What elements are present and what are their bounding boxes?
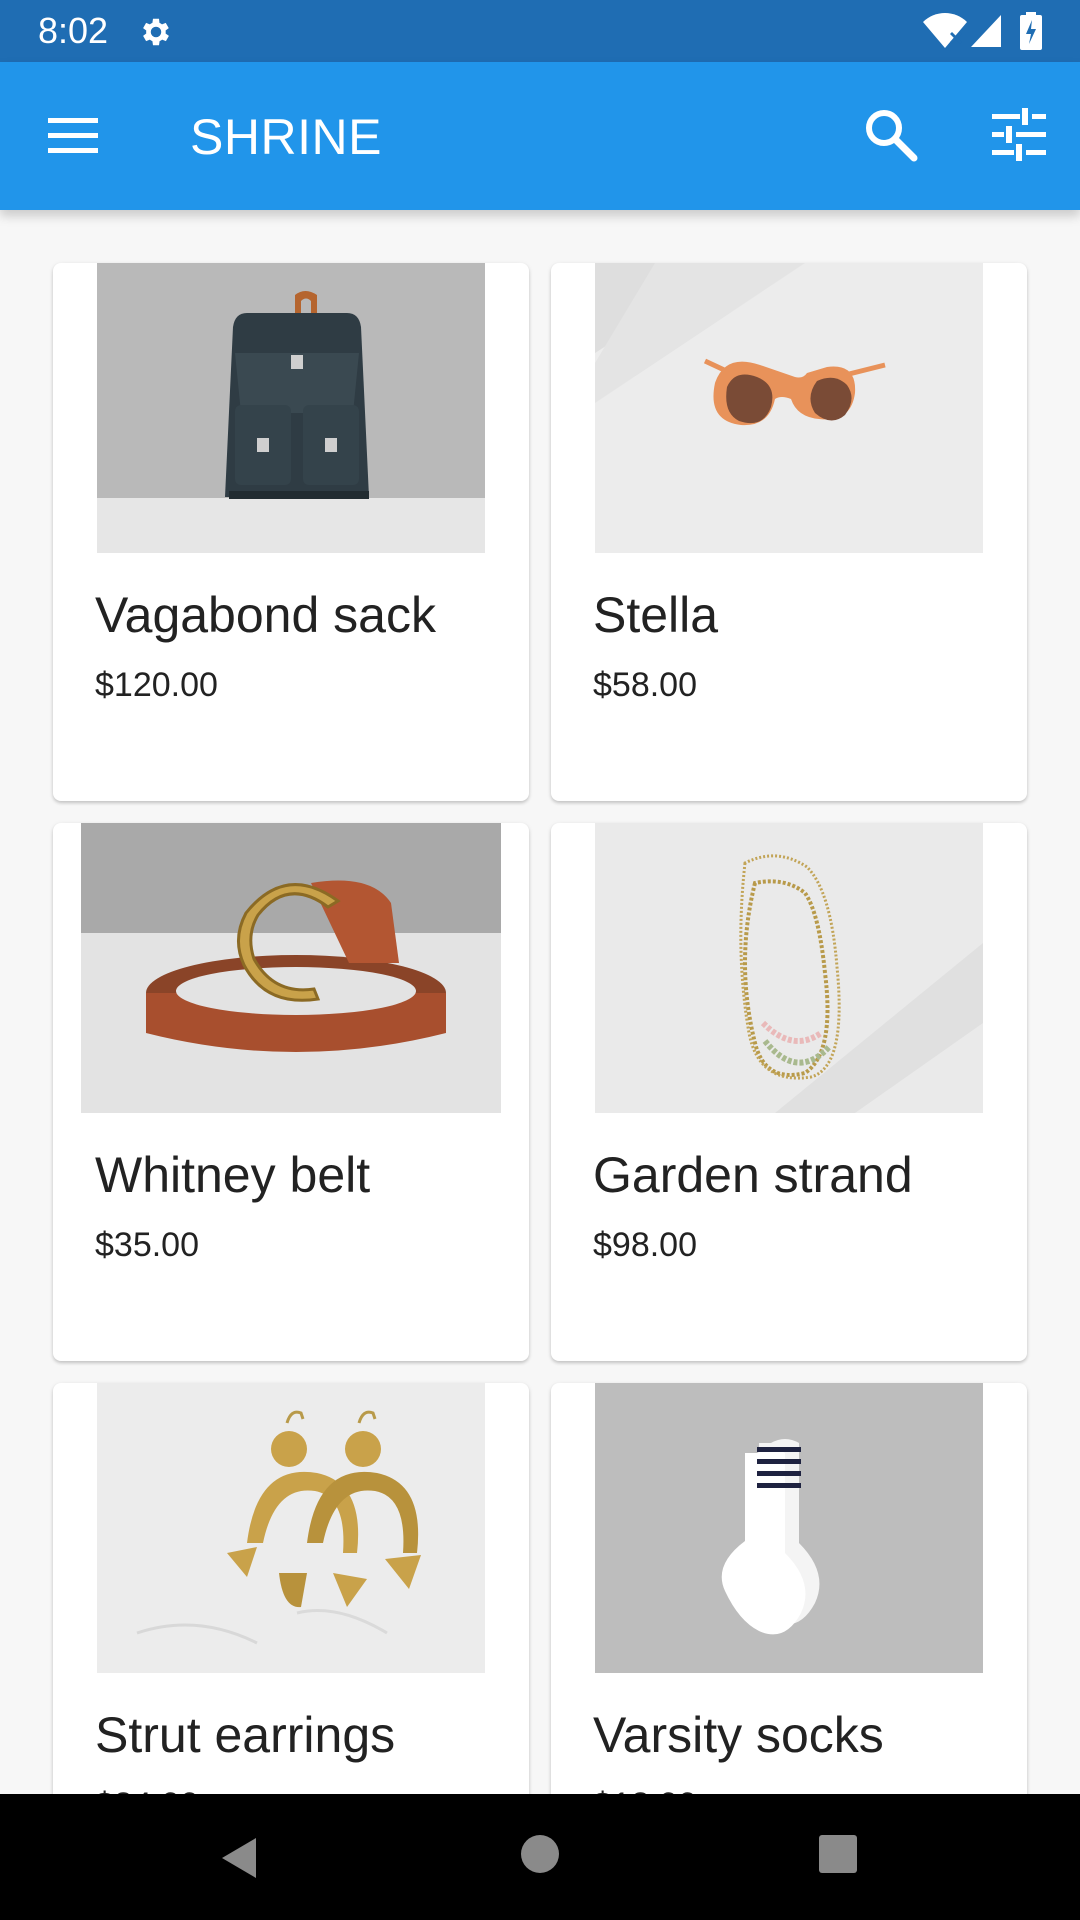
menu-icon[interactable] — [40, 110, 106, 162]
status-time: 8:02 — [38, 10, 109, 51]
product-card[interactable]: Vagabond sack $120.00 — [53, 263, 529, 801]
product-name: Stella — [593, 587, 719, 643]
wifi-icon — [923, 13, 967, 48]
product-name: Garden strand — [593, 1147, 913, 1203]
recents-icon[interactable] — [818, 1834, 858, 1874]
app-title: SHRINE — [190, 109, 382, 165]
product-price: $98.00 — [593, 1226, 697, 1264]
app-bar: SHRINE — [0, 62, 1080, 210]
product-grid: Vagabond sack $120.00 Stella $58.00 Whit… — [0, 210, 1080, 1794]
product-name: Whitney belt — [95, 1147, 371, 1203]
product-name: Strut earrings — [95, 1707, 396, 1763]
product-name: Vagabond sack — [95, 587, 436, 643]
product-price: $12.00 — [593, 1785, 697, 1794]
product-image — [595, 823, 983, 1113]
product-price: $35.00 — [95, 1226, 199, 1264]
home-icon[interactable] — [520, 1834, 560, 1874]
status-bar: 8:02 — [0, 0, 1080, 62]
product-image — [97, 1383, 485, 1673]
product-card[interactable]: Whitney belt $35.00 — [53, 823, 529, 1361]
product-price: $58.00 — [593, 666, 697, 704]
gear-icon — [143, 18, 169, 46]
product-image — [595, 263, 983, 553]
product-card[interactable]: Strut earrings $34.00 — [53, 1383, 529, 1794]
product-image — [81, 823, 501, 1113]
signal-icon — [971, 15, 1001, 47]
product-image — [97, 263, 485, 553]
filter-icon[interactable] — [988, 106, 1048, 164]
product-card[interactable]: Stella $58.00 — [551, 263, 1027, 801]
product-name: Varsity socks — [593, 1707, 884, 1763]
product-price: $120.00 — [95, 666, 218, 704]
back-icon[interactable] — [216, 1834, 260, 1882]
system-nav-bar — [0, 1794, 1080, 1920]
battery-icon — [1020, 12, 1042, 50]
product-card[interactable]: Varsity socks $12.00 — [551, 1383, 1027, 1794]
product-card[interactable]: Garden strand $98.00 — [551, 823, 1027, 1361]
search-icon[interactable] — [862, 106, 920, 164]
product-price: $34.00 — [95, 1785, 199, 1794]
product-image — [595, 1383, 983, 1673]
